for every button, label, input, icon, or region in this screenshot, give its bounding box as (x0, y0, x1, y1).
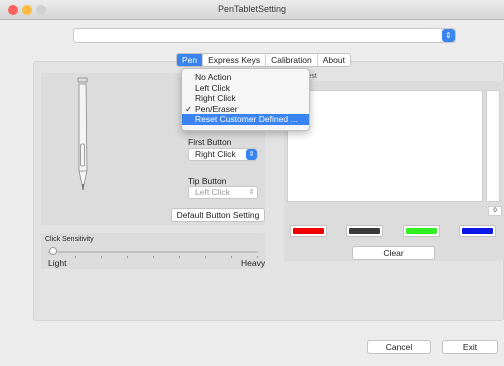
exit-button[interactable]: Exit (442, 340, 498, 354)
first-button-select[interactable]: Right Click ⇕ (188, 148, 258, 161)
cancel-button[interactable]: Cancel (367, 340, 431, 354)
checkmark-icon: ✓ (185, 103, 193, 114)
tip-button-select[interactable]: Left Click ⇕ (188, 186, 258, 199)
menu-item-label: No Action (195, 72, 232, 82)
menu-item-left-click[interactable]: Left Click (182, 83, 309, 94)
color-swatch-blue[interactable] (459, 225, 496, 237)
menu-item-label: Reset Customer Defined ... (195, 114, 298, 124)
color-swatch-dark-gray[interactable] (346, 225, 383, 237)
menu-item-right-click[interactable]: Right Click (182, 93, 309, 104)
clear-button[interactable]: Clear (352, 246, 435, 260)
tab-calibration[interactable]: Calibration (266, 54, 318, 66)
sensitivity-max-label: Heavy (241, 258, 266, 268)
click-sensitivity-slider-knob[interactable] (49, 247, 57, 255)
first-button-value: Right Click (195, 149, 236, 159)
slider-tick (75, 256, 76, 258)
slider-tick (205, 256, 206, 258)
test-drawing-area[interactable] (287, 90, 483, 202)
color-swatch-green[interactable] (403, 225, 440, 237)
button-action-dropdown-menu: No Action Left Click Right Click ✓ Pen/Er… (181, 68, 310, 131)
tip-button-label: Tip Button (188, 176, 227, 186)
menu-item-no-action[interactable]: No Action (182, 72, 309, 83)
tip-button-value: Left Click (195, 187, 230, 197)
slider-tick (127, 256, 128, 258)
tab-about[interactable]: About (318, 54, 350, 66)
tab-bar: Pen Express Keys Calibration About (176, 53, 351, 67)
pen-tablet-setting-window: PenTabletSetting ⇕ Pen Express Keys Cali… (0, 0, 504, 366)
device-select[interactable]: ⇕ (73, 28, 456, 43)
sensitivity-min-label: Light (48, 258, 67, 268)
click-sensitivity-label: Click Sensitivity (45, 236, 94, 243)
slider-tick (179, 256, 180, 258)
slider-tick (231, 256, 232, 258)
pen-illustration (77, 77, 88, 190)
first-button-label: First Button (188, 137, 232, 147)
default-button-setting-button[interactable]: Default Button Setting (171, 208, 265, 222)
menu-item-label: Pen/Eraser (195, 103, 238, 114)
up-down-chevron-icon: ⇕ (248, 189, 255, 196)
window-title: PenTabletSetting (217, 4, 287, 14)
pressure-bar (486, 90, 500, 202)
tab-express-keys[interactable]: Express Keys (203, 54, 267, 66)
menu-item-pen-eraser[interactable]: ✓ Pen/Eraser (182, 104, 309, 115)
click-sensitivity-slider[interactable] (48, 251, 258, 253)
pressure-readout: 0 (488, 206, 502, 216)
menu-item-reset-customer-defined[interactable]: Reset Customer Defined ... (182, 114, 309, 125)
color-swatch-red[interactable] (290, 225, 327, 237)
up-down-chevron-icon: ⇕ (442, 29, 455, 42)
menu-item-label: Left Click (195, 82, 230, 93)
up-down-chevron-icon: ⇕ (246, 149, 257, 160)
slider-tick (153, 256, 154, 258)
menu-item-label: Right Click (195, 93, 236, 103)
title-bar: PenTabletSetting (0, 0, 504, 20)
slider-tick (101, 256, 102, 258)
tab-pen[interactable]: Pen (177, 54, 204, 66)
